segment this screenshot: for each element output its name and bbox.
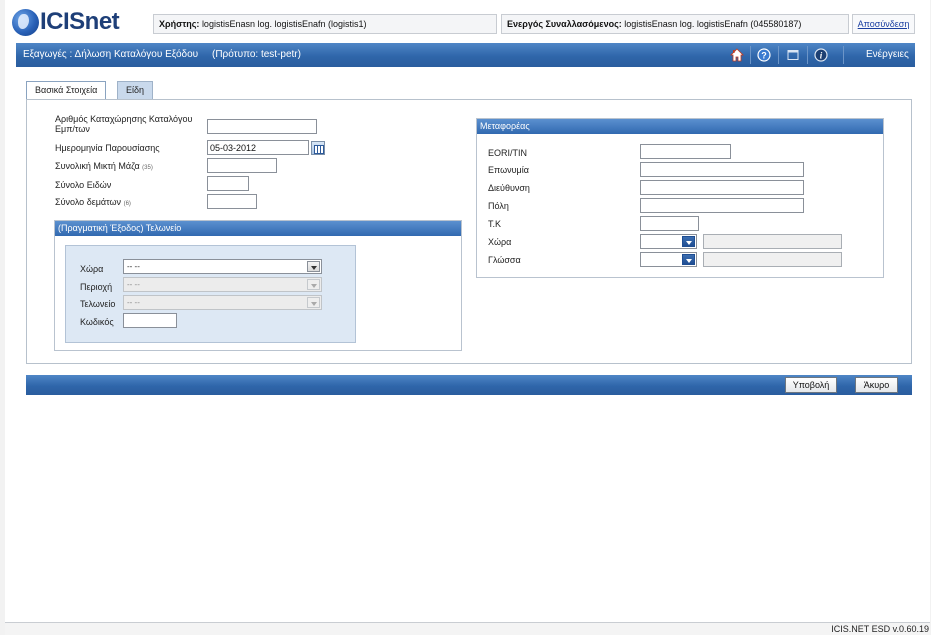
carrier-address-input[interactable] xyxy=(640,180,804,195)
logout-link[interactable]: Αποσύνδεση xyxy=(852,14,915,34)
chevron-down-icon xyxy=(307,279,320,290)
trader-value: logistisEnasn log. logistisEnafn (045580… xyxy=(624,19,802,29)
carrier-city-input[interactable] xyxy=(640,198,804,213)
carrier-section: Μεταφορέας EORI/TIN Επωνυμία Διεύθυνση Π… xyxy=(476,118,884,278)
carrier-name-label: Επωνυμία xyxy=(488,165,529,175)
total-packages-hint: (6) xyxy=(123,201,131,207)
total-items-input[interactable] xyxy=(207,176,249,191)
presentation-date-label: Ημερομηνία Παρουσίασης xyxy=(55,143,160,153)
gross-mass-hint: (35) xyxy=(142,165,153,171)
divider xyxy=(843,46,844,64)
user-info: Χρήστης: logistisEnasn log. logistisEnaf… xyxy=(153,14,497,34)
carrier-country-readonly xyxy=(703,234,842,249)
customs-region-select[interactable]: -- -- xyxy=(123,277,322,292)
trader-label: Ενεργός Συναλλασόμενος: xyxy=(507,19,622,29)
logo-text: ICISnet xyxy=(40,8,120,35)
cancel-button[interactable]: Άκυρο xyxy=(855,377,898,393)
divider xyxy=(750,46,751,64)
divider xyxy=(778,46,779,64)
info-icon[interactable]: i xyxy=(813,47,829,63)
total-packages-input[interactable] xyxy=(207,194,257,209)
action-bar: Υποβολή Άκυρο xyxy=(26,375,912,395)
user-label: Χρήστης: xyxy=(159,19,200,29)
carrier-postcode-input[interactable] xyxy=(640,216,699,231)
carrier-eori-input[interactable] xyxy=(640,144,731,159)
customs-office-label: Τελωνείο xyxy=(80,299,116,309)
svg-text:?: ? xyxy=(761,51,767,61)
submit-button[interactable]: Υποβολή xyxy=(785,377,837,393)
customs-region-label: Περιοχή xyxy=(80,282,113,292)
customs-country-label: Χώρα xyxy=(80,264,104,274)
customs-code-label: Κωδικός xyxy=(80,317,114,327)
carrier-language-select[interactable] xyxy=(640,252,697,267)
actions-menu[interactable]: Ενέργειες xyxy=(866,49,909,60)
chevron-down-icon xyxy=(682,236,695,247)
carrier-postcode-label: Τ.Κ xyxy=(488,219,502,229)
gross-mass-label-text: Συνολική Μικτή Μάζα xyxy=(55,161,140,171)
customs-office-select[interactable]: -- -- xyxy=(123,295,322,310)
tab-items[interactable]: Είδη xyxy=(117,81,154,99)
total-packages-label-text: Σύνολο δεμάτων xyxy=(55,197,122,207)
customs-office-box: Χώρα -- -- Περιοχή -- -- Τελωνείο -- -- … xyxy=(65,245,356,343)
help-icon[interactable]: ? xyxy=(756,47,772,63)
main-panel: Αριθμός Καταχώρησης Καταλόγου Εμπ/των Ημ… xyxy=(26,99,912,364)
carrier-country-label: Χώρα xyxy=(488,237,512,247)
customs-office-value: -- -- xyxy=(127,298,140,307)
gross-mass-input[interactable] xyxy=(207,158,277,173)
globe-icon xyxy=(12,8,39,36)
carrier-address-label: Διεύθυνση xyxy=(488,183,530,193)
customs-country-value: -- -- xyxy=(127,262,140,271)
chevron-down-icon xyxy=(682,254,695,265)
window-icon[interactable] xyxy=(785,47,801,63)
customs-office-section: (Πραγματική Έξοδος) Τελωνείο Χώρα -- -- … xyxy=(54,220,462,351)
carrier-name-input[interactable] xyxy=(640,162,804,177)
tab-basic[interactable]: Βασικά Στοιχεία xyxy=(26,81,107,100)
carrier-country-select[interactable] xyxy=(640,234,697,249)
customs-region-value: -- -- xyxy=(127,280,140,289)
total-packages-label: Σύνολο δεμάτων (6) xyxy=(55,197,131,207)
gross-mass-label: Συνολική Μικτή Μάζα (35) xyxy=(55,161,153,171)
version-text: ICIS.NET ESD v.0.60.19 xyxy=(831,624,929,634)
customs-office-header: (Πραγματική Έξοδος) Τελωνείο xyxy=(55,221,461,236)
header: ICISnet Χρήστης: logistisEnasn log. logi… xyxy=(5,0,930,42)
carrier-eori-label: EORI/TIN xyxy=(488,148,528,158)
customs-country-select[interactable]: -- -- xyxy=(123,259,322,274)
calendar-icon[interactable] xyxy=(311,141,325,155)
total-items-label: Σύνολο Ειδών xyxy=(55,180,112,190)
chevron-down-icon xyxy=(307,297,320,308)
carrier-language-label: Γλώσσα xyxy=(488,255,521,265)
divider xyxy=(807,46,808,64)
customs-code-input[interactable] xyxy=(123,313,177,328)
presentation-date-input[interactable] xyxy=(207,140,309,155)
user-value: logistisEnasn log. logistisEnafn (logist… xyxy=(201,19,367,29)
footer: ICIS.NET ESD v.0.60.19 xyxy=(5,622,930,635)
app-window: ICISnet Χρήστης: logistisEnasn log. logi… xyxy=(5,0,930,635)
trader-info: Ενεργός Συναλλασόμενος: logistisEnasn lo… xyxy=(501,14,849,34)
carrier-language-readonly xyxy=(703,252,842,267)
reg-number-input[interactable] xyxy=(207,119,317,134)
page-title: Εξαγωγές : Δήλωση Καταλόγου Εξόδου (Πρότ… xyxy=(23,49,301,60)
title-bar: Εξαγωγές : Δήλωση Καταλόγου Εξόδου (Πρότ… xyxy=(16,43,915,67)
reg-number-label: Αριθμός Καταχώρησης Καταλόγου Εμπ/των xyxy=(55,114,193,134)
logo: ICISnet xyxy=(12,8,120,36)
carrier-header: Μεταφορέας xyxy=(477,119,883,134)
carrier-city-label: Πόλη xyxy=(488,201,509,211)
home-icon[interactable] xyxy=(729,47,745,63)
chevron-down-icon xyxy=(307,261,320,272)
